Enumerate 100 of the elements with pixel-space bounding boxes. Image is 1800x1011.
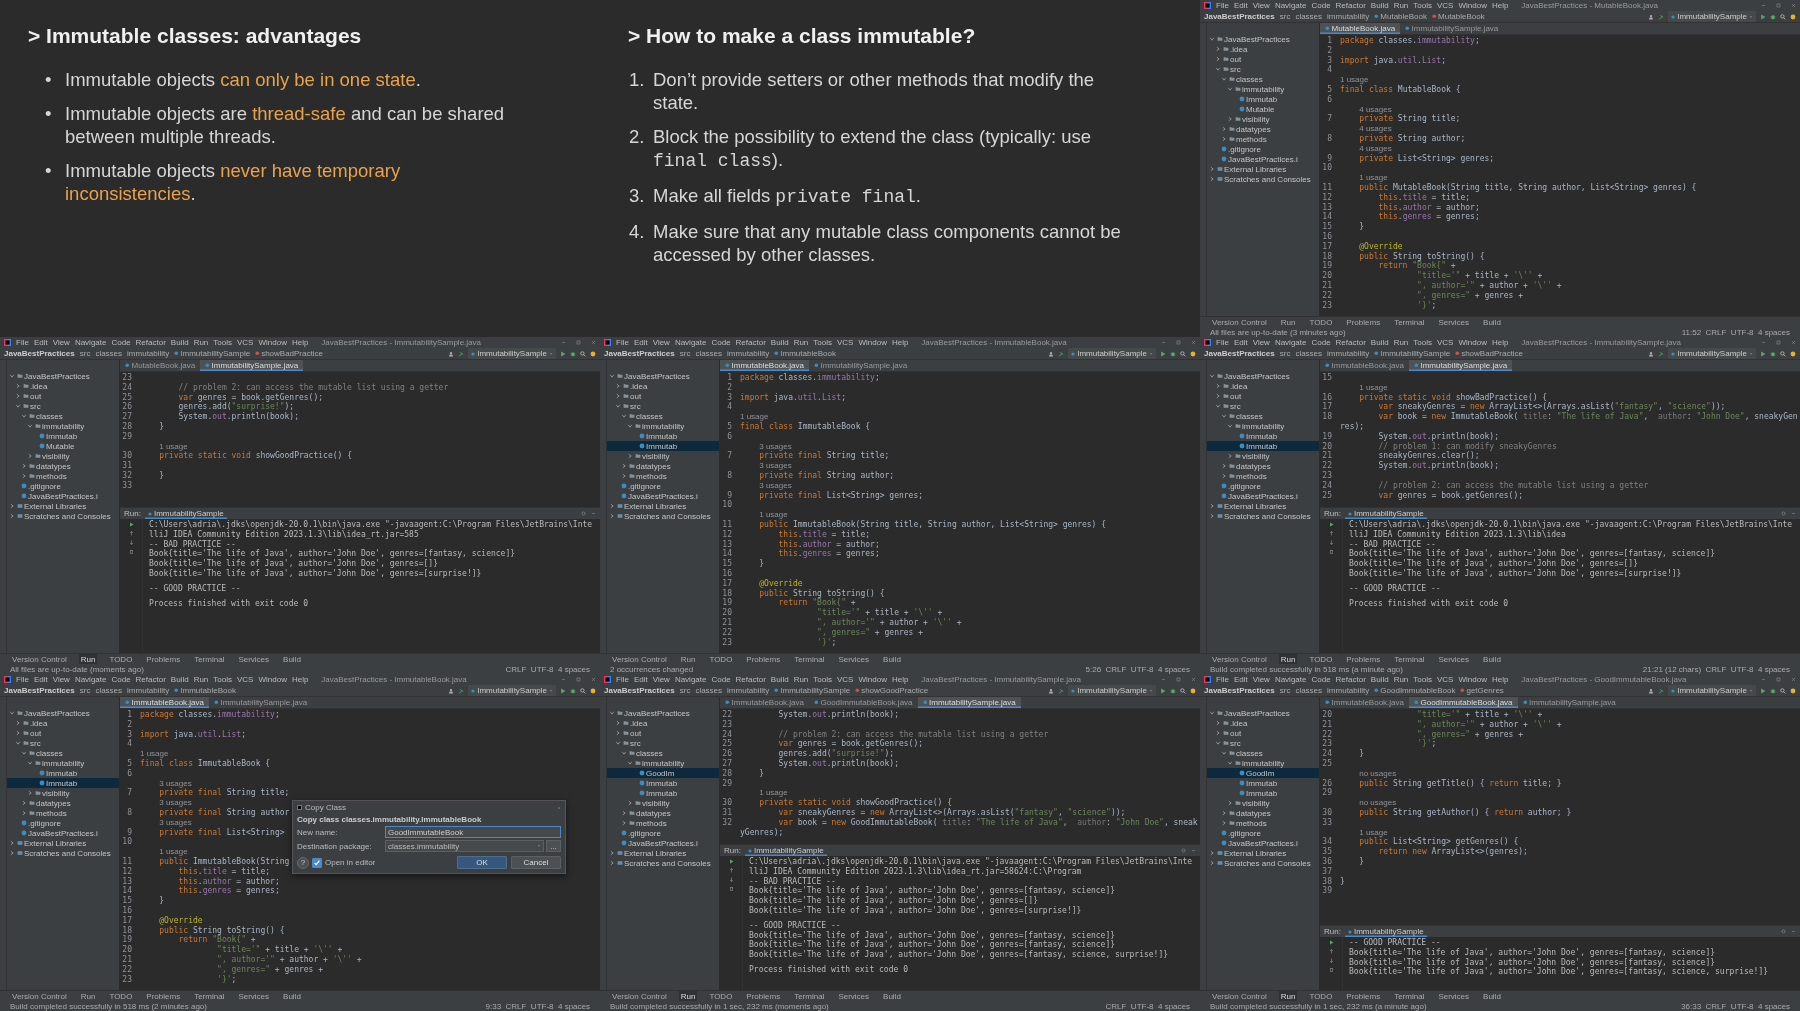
menu-item[interactable]: VCS <box>237 675 254 684</box>
minimize-icon[interactable] <box>561 677 566 682</box>
search-icon[interactable] <box>1780 687 1786 694</box>
minimize-icon[interactable] <box>1761 3 1766 8</box>
tree-item[interactable]: immutability <box>607 758 719 768</box>
menu-item[interactable]: View <box>1252 675 1270 684</box>
menu-item[interactable]: Navigate <box>1274 338 1307 347</box>
run-config-dropdown[interactable]: ImmutabilitySample <box>468 348 556 359</box>
tree-item[interactable]: JavaBestPractices.i <box>7 828 119 838</box>
tree-item[interactable]: datatypes <box>7 461 119 471</box>
menu-item[interactable]: Refactor <box>1335 675 1366 684</box>
menu-item[interactable]: Help <box>1491 1 1509 10</box>
breadcrumb-item[interactable]: src <box>1279 349 1291 358</box>
tree-item[interactable]: classes <box>1207 748 1319 758</box>
menu-item[interactable]: Navigate <box>74 338 107 347</box>
tool-window-button[interactable]: Problems <box>1344 317 1383 327</box>
tree-item[interactable]: datatypes <box>607 461 719 471</box>
hammer-icon[interactable] <box>1658 687 1665 694</box>
tree-item[interactable]: Immutab <box>1207 778 1319 788</box>
status-dot-icon[interactable] <box>1790 687 1796 694</box>
menu-item[interactable]: Window <box>258 338 287 347</box>
menu-item[interactable]: Run <box>1393 1 1409 10</box>
close-icon[interactable] <box>1791 340 1796 345</box>
menu-item[interactable]: Code <box>111 675 131 684</box>
tool-window-button[interactable]: Version Control <box>1210 317 1269 327</box>
editor-tab[interactable]: ImmutableBook.java <box>720 697 809 708</box>
menu-item[interactable]: Build <box>170 675 189 684</box>
breadcrumb-item[interactable]: showBadPractice <box>255 349 323 358</box>
tree-item[interactable]: .idea <box>607 718 719 728</box>
breadcrumb-item[interactable]: src <box>79 349 91 358</box>
tree-item[interactable]: methods <box>607 471 719 481</box>
tree-item[interactable]: visibility <box>1207 451 1319 461</box>
breadcrumb-item[interactable]: classes <box>1295 12 1323 21</box>
run-icon[interactable] <box>128 522 134 527</box>
tool-window-button[interactable]: Terminal <box>792 991 827 1001</box>
menu-item[interactable]: File <box>1216 338 1229 347</box>
menu-item[interactable]: Navigate <box>74 675 107 684</box>
menu-item[interactable]: Window <box>258 675 287 684</box>
tool-window-button[interactable]: Run <box>1278 317 1298 327</box>
tree-item[interactable]: visibility <box>1207 114 1319 124</box>
tree-item[interactable]: classes <box>7 411 119 421</box>
tool-window-button[interactable]: Services <box>236 654 272 664</box>
bug-icon[interactable] <box>570 350 576 357</box>
menu-item[interactable]: VCS <box>1437 1 1454 10</box>
tree-item[interactable]: External Libraries <box>1207 501 1319 511</box>
editor-tab[interactable]: GoodImmutableBook.java <box>1409 697 1518 708</box>
menu-item[interactable]: Tools <box>1413 1 1432 10</box>
tool-window-button[interactable]: Terminal <box>192 991 227 1001</box>
search-icon[interactable] <box>1180 350 1186 357</box>
run-icon[interactable] <box>1760 687 1766 694</box>
tree-item[interactable]: External Libraries <box>1207 848 1319 858</box>
tree-item[interactable]: JavaBestPractices.i <box>1207 491 1319 501</box>
text-field[interactable]: GoodImmutableBook <box>385 826 561 838</box>
maximize-icon[interactable] <box>1776 677 1781 682</box>
menu-item[interactable]: Build <box>1370 675 1389 684</box>
trash-icon[interactable] <box>1328 549 1334 554</box>
tree-item[interactable]: out <box>1207 391 1319 401</box>
tree-item[interactable]: out <box>1207 54 1319 64</box>
breadcrumb-item[interactable]: showGoodPractice <box>855 686 929 695</box>
tool-window-button[interactable]: Version Control <box>1210 654 1269 664</box>
dialog-button[interactable]: Cancel <box>511 856 561 869</box>
tree-item[interactable]: .gitignore <box>607 481 719 491</box>
editor-tab[interactable]: ImmutabilitySample.java <box>809 360 913 371</box>
close-icon[interactable] <box>1191 677 1196 682</box>
tree-item[interactable]: immutability <box>607 421 719 431</box>
trash-icon[interactable] <box>1328 967 1334 972</box>
search-icon[interactable] <box>1180 687 1186 694</box>
menu-item[interactable]: Edit <box>1233 675 1248 684</box>
menu-item[interactable]: Help <box>891 338 909 347</box>
user-icon[interactable] <box>448 687 455 694</box>
run-icon[interactable] <box>1328 522 1334 527</box>
tool-window-button[interactable]: Run <box>678 654 698 664</box>
menu-item[interactable]: Tools <box>1413 338 1432 347</box>
maximize-icon[interactable] <box>576 340 581 345</box>
run-icon[interactable] <box>560 687 566 694</box>
tree-item[interactable]: immutability <box>7 758 119 768</box>
minimize-icon[interactable] <box>1761 340 1766 345</box>
tree-item[interactable]: .gitignore <box>1207 144 1319 154</box>
tree-item[interactable]: immutability <box>7 421 119 431</box>
tree-item[interactable]: datatypes <box>1207 124 1319 134</box>
bug-icon[interactable] <box>570 687 576 694</box>
breadcrumb-item[interactable]: getGenres <box>1460 686 1504 695</box>
status-dot-icon[interactable] <box>1790 350 1796 357</box>
settings-icon[interactable] <box>1781 511 1786 516</box>
menu-item[interactable]: View <box>1252 1 1270 10</box>
tool-window-button[interactable]: Build <box>881 654 903 664</box>
breadcrumb-item[interactable]: src <box>679 349 691 358</box>
menu-item[interactable]: Navigate <box>1274 675 1307 684</box>
tool-window-button[interactable]: Run <box>1278 654 1298 664</box>
tree-item[interactable]: .idea <box>1207 718 1319 728</box>
menu-item[interactable]: Build <box>1370 1 1389 10</box>
menu-item[interactable]: Run <box>793 675 809 684</box>
run-config-dropdown[interactable]: ImmutabilitySample <box>1668 685 1756 696</box>
menu-item[interactable]: VCS <box>837 675 854 684</box>
tool-window-button[interactable]: Build <box>281 654 303 664</box>
tree-item[interactable]: Immutab <box>607 431 719 441</box>
bug-icon[interactable] <box>1770 13 1776 20</box>
up-arrow-icon[interactable] <box>728 868 734 873</box>
menu-item[interactable]: Edit <box>1233 1 1248 10</box>
tree-item[interactable]: .idea <box>7 718 119 728</box>
